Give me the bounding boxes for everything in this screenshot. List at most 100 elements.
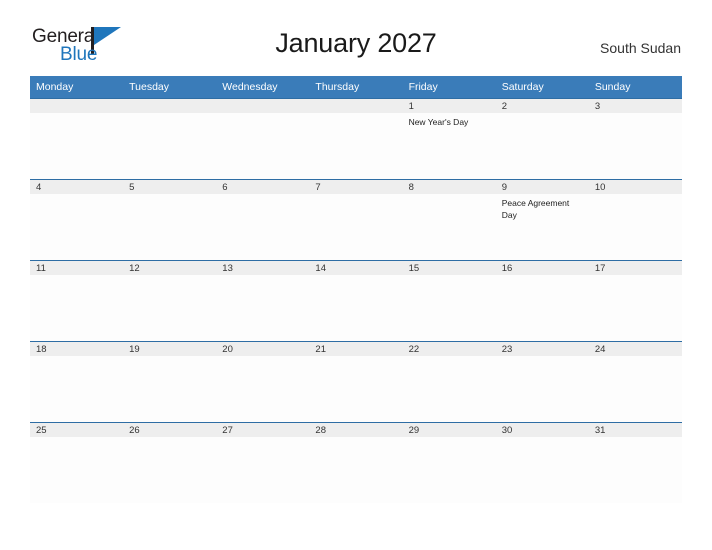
- date-band: 14: [309, 260, 403, 275]
- day-number: 9: [501, 182, 507, 193]
- day-cell-inner: 13: [216, 260, 310, 341]
- calendar-day-cell[interactable]: [123, 98, 217, 179]
- day-cell-inner: 1 New Year's Day: [402, 98, 496, 179]
- day-number: 20: [222, 344, 233, 355]
- calendar-week-row: 1 New Year's Day 2 3: [30, 98, 682, 179]
- calendar-day-cell[interactable]: 1 New Year's Day: [402, 98, 496, 179]
- day-cell-inner: 24: [588, 341, 682, 422]
- date-band: 7: [309, 179, 403, 194]
- day-number: 27: [222, 425, 233, 436]
- holiday-event: Peace Agreement Day: [501, 198, 570, 220]
- calendar-day-cell[interactable]: 4: [30, 179, 124, 260]
- day-number: [216, 99, 309, 101]
- day-cell-inner: 19: [123, 341, 217, 422]
- date-band: 10: [588, 179, 682, 194]
- day-cell-inner: 25: [30, 422, 124, 503]
- calendar-day-cell[interactable]: 30: [495, 422, 589, 503]
- calendar-day-cell[interactable]: [216, 98, 310, 179]
- day-events: [123, 194, 216, 198]
- date-band: 11: [30, 260, 124, 275]
- calendar-day-cell[interactable]: 17: [588, 260, 682, 341]
- calendar-day-cell[interactable]: 29: [402, 422, 496, 503]
- date-band: [216, 98, 310, 113]
- weekday-header-monday: Monday: [30, 76, 124, 98]
- day-events: [403, 356, 496, 360]
- calendar-day-cell[interactable]: 31: [588, 422, 682, 503]
- day-events: [30, 437, 123, 441]
- day-number: 21: [315, 344, 326, 355]
- calendar-day-cell[interactable]: 26: [123, 422, 217, 503]
- day-cell-inner: 5: [123, 179, 217, 260]
- calendar-week-row: 25 26 27 28 29 30 31: [30, 422, 682, 503]
- calendar-day-cell[interactable]: 7: [309, 179, 403, 260]
- calendar-day-cell[interactable]: 20: [216, 341, 310, 422]
- day-events: [309, 437, 402, 441]
- date-band: [123, 98, 217, 113]
- calendar-day-cell[interactable]: 5: [123, 179, 217, 260]
- calendar-day-cell[interactable]: 3: [588, 98, 682, 179]
- day-cell-inner: 4: [30, 179, 124, 260]
- date-band: 9: [495, 179, 589, 194]
- day-cell-inner: [30, 98, 124, 179]
- region-label: South Sudan: [600, 40, 681, 56]
- date-band: 27: [216, 422, 310, 437]
- day-events: [216, 437, 309, 441]
- calendar-day-cell[interactable]: 2: [495, 98, 589, 179]
- day-number: 16: [501, 263, 513, 274]
- calendar-day-cell[interactable]: 10: [588, 179, 682, 260]
- calendar-page: General Blue January 2027 South Sudan Mo…: [0, 0, 712, 550]
- date-band: 17: [588, 260, 682, 275]
- day-events: [589, 194, 682, 198]
- day-events: [589, 275, 682, 279]
- calendar-day-cell[interactable]: 8: [402, 179, 496, 260]
- day-cell-inner: 8: [402, 179, 496, 260]
- day-events: [309, 356, 402, 360]
- day-number: 7: [315, 182, 321, 193]
- day-cell-inner: 3: [588, 98, 682, 179]
- calendar-day-cell[interactable]: 21: [309, 341, 403, 422]
- calendar-day-cell[interactable]: 14: [309, 260, 403, 341]
- calendar-day-cell[interactable]: 16: [495, 260, 589, 341]
- calendar-day-cell[interactable]: 28: [309, 422, 403, 503]
- calendar-body: 1 New Year's Day 2 3 4 5 6 7 8 9 Peace Agreement D…: [30, 98, 682, 503]
- calendar-day-cell[interactable]: 27: [216, 422, 310, 503]
- calendar-day-cell[interactable]: 22: [402, 341, 496, 422]
- date-band: 8: [402, 179, 496, 194]
- date-band: 4: [30, 179, 124, 194]
- day-cell-inner: 18: [30, 341, 124, 422]
- day-events: [216, 194, 309, 198]
- calendar-day-cell[interactable]: 13: [216, 260, 310, 341]
- calendar-day-cell[interactable]: [309, 98, 403, 179]
- calendar-day-cell[interactable]: 6: [216, 179, 310, 260]
- day-number: 24: [594, 344, 606, 355]
- day-number: 3: [594, 101, 601, 112]
- date-band: 25: [30, 422, 124, 437]
- calendar-day-cell[interactable]: 25: [30, 422, 124, 503]
- calendar-day-cell[interactable]: 12: [123, 260, 217, 341]
- calendar-day-cell[interactable]: 15: [402, 260, 496, 341]
- date-band: 28: [309, 422, 403, 437]
- day-cell-inner: 15: [402, 260, 496, 341]
- date-band: 13: [216, 260, 310, 275]
- calendar-day-cell[interactable]: 11: [30, 260, 124, 341]
- day-number: 19: [129, 344, 140, 355]
- calendar-day-cell[interactable]: [30, 98, 124, 179]
- date-band: 30: [495, 422, 589, 437]
- day-number: 11: [36, 263, 46, 274]
- calendar-day-cell[interactable]: 9 Peace Agreement Day: [495, 179, 589, 260]
- calendar-week-row: 18 19 20 21 22 23 24: [30, 341, 682, 422]
- date-band: 31: [588, 422, 682, 437]
- calendar-day-cell[interactable]: 23: [495, 341, 589, 422]
- day-number: 17: [594, 263, 606, 274]
- calendar-day-cell[interactable]: 19: [123, 341, 217, 422]
- date-band: 12: [123, 260, 217, 275]
- day-number: [309, 99, 402, 101]
- day-number: 23: [501, 344, 513, 355]
- day-events: [30, 356, 123, 360]
- day-events: [403, 437, 496, 441]
- calendar-day-cell[interactable]: 18: [30, 341, 124, 422]
- day-cell-inner: 16: [495, 260, 589, 341]
- weekday-header-row: Monday Tuesday Wednesday Thursday Friday…: [30, 76, 682, 98]
- calendar-day-cell[interactable]: 24: [588, 341, 682, 422]
- day-cell-inner: [309, 98, 403, 179]
